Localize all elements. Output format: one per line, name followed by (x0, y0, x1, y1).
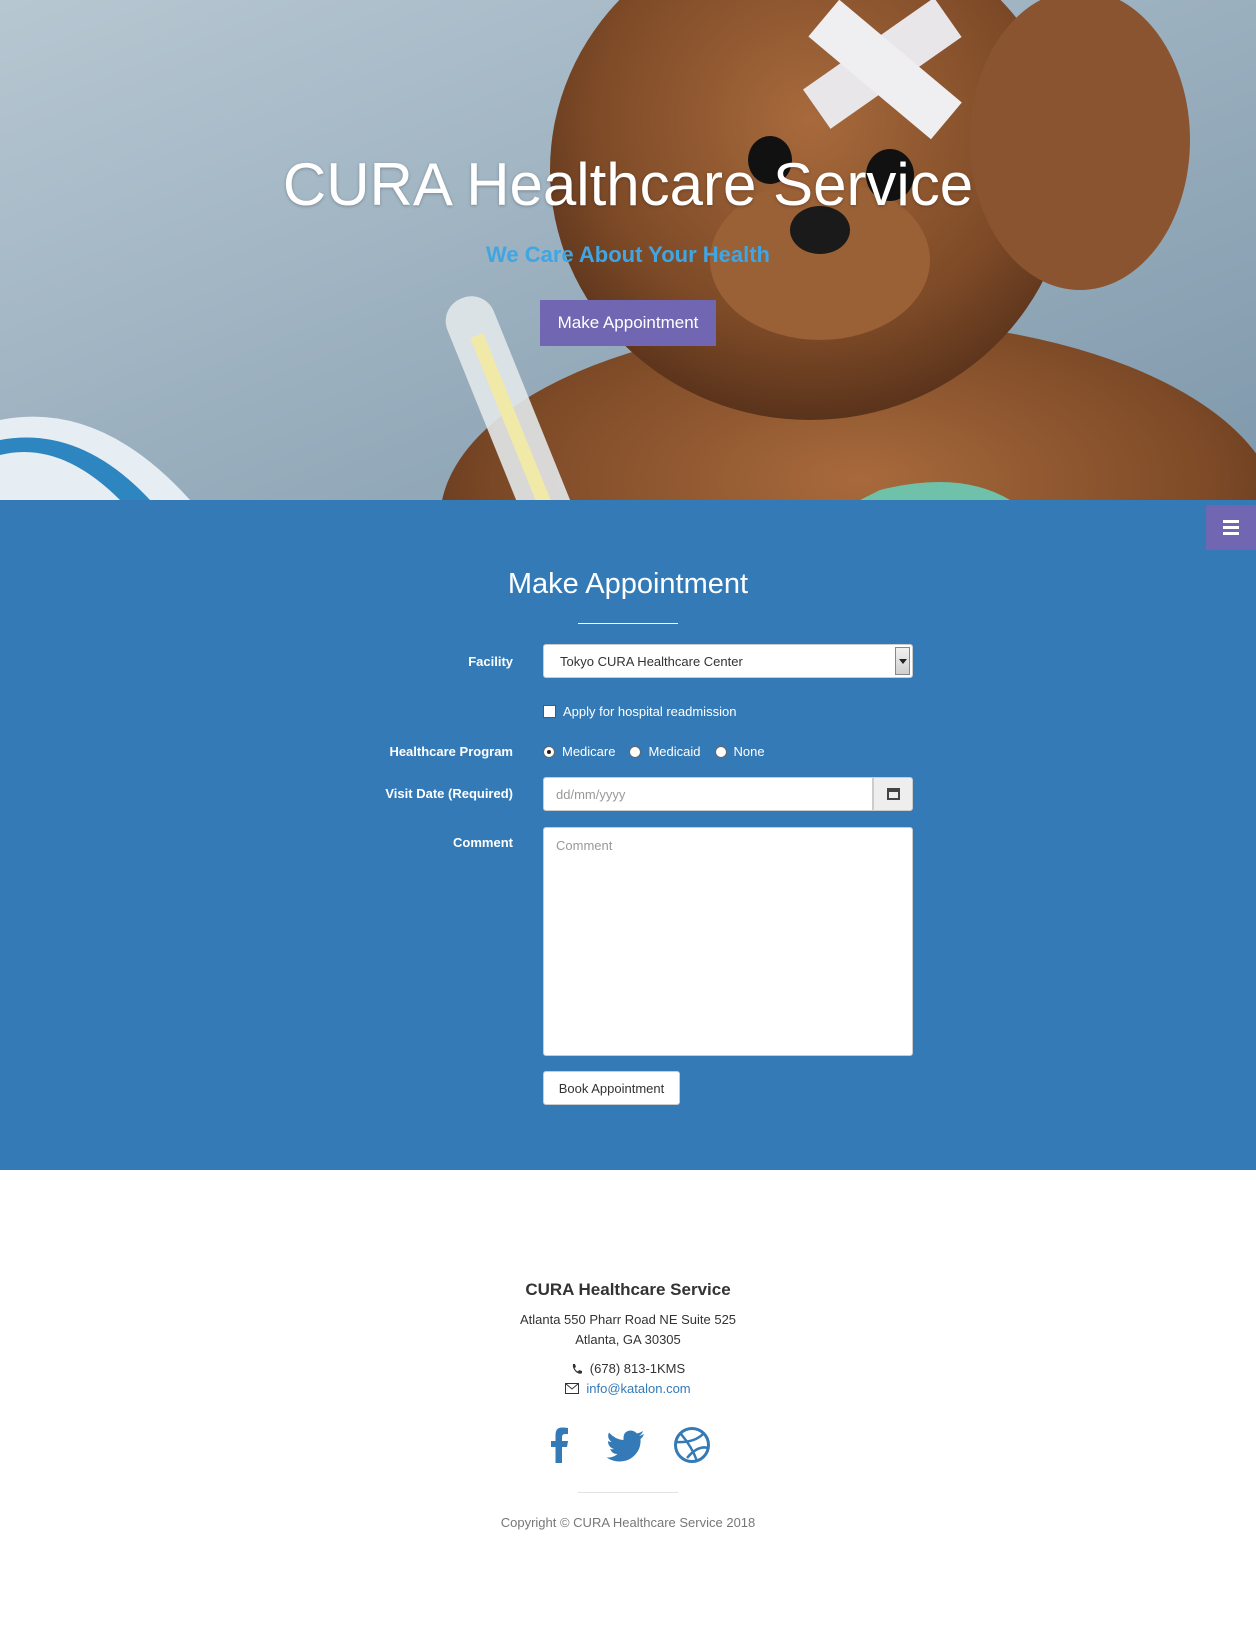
phone-number: (678) 813-1KMS (589, 1361, 686, 1376)
book-appointment-button[interactable]: Book Appointment (543, 1071, 680, 1105)
visit-date-input[interactable]: dd/mm/yyyy (543, 777, 873, 811)
phone-icon (572, 1363, 582, 1374)
facility-select[interactable]: Tokyo CURA Healthcare Center (543, 644, 913, 678)
readmission-label: Apply for hospital readmission (563, 703, 737, 719)
chevron-down-icon[interactable] (895, 647, 910, 675)
hero-banner: CURA Healthcare Service We Care About Yo… (0, 0, 1256, 500)
datepicker-button[interactable] (873, 777, 913, 811)
healthcare-program-label: Healthcare Program (389, 744, 513, 759)
twitter-icon[interactable] (606, 1425, 646, 1465)
menu-toggle-button[interactable] (1206, 505, 1256, 550)
comment-textarea[interactable]: Comment (543, 827, 913, 1056)
address-line-2: Atlanta, GA 30305 (575, 1332, 681, 1347)
menu-bar-icon (1223, 532, 1239, 535)
radio-button[interactable] (543, 745, 555, 758)
title-divider (578, 623, 678, 624)
dribbble-icon[interactable] (672, 1425, 712, 1465)
comment-label: Comment (453, 835, 513, 850)
radio-label: None (733, 744, 765, 759)
copyright-text: Copyright © CURA Healthcare Service 2018 (500, 1515, 756, 1530)
radio-medicaid[interactable]: Medicaid (629, 744, 701, 759)
facility-label: Facility (468, 654, 513, 669)
radio-label: Medicaid (648, 744, 701, 759)
appointment-section: Make Appointment Facility Tokyo CURA Hea… (0, 500, 1256, 1170)
appointment-title: Make Appointment (507, 568, 749, 600)
readmission-checkbox[interactable] (543, 704, 556, 718)
visit-date-label: Visit Date (Required) (385, 786, 513, 801)
radio-medicare[interactable]: Medicare (543, 744, 615, 759)
calendar-icon (887, 788, 900, 800)
radio-button[interactable] (714, 745, 727, 758)
facebook-icon[interactable] (540, 1425, 580, 1465)
hero-title: CURA Healthcare Service (282, 151, 974, 218)
phone-row: (678) 813-1KMS (0, 1361, 1256, 1376)
footer: CURA Healthcare Service Atlanta 550 Phar… (0, 1170, 1256, 1643)
menu-bar-icon (1223, 520, 1239, 523)
hero-subtitle: We Care About Your Health (485, 242, 770, 267)
radio-none[interactable]: None (714, 744, 765, 759)
make-appointment-button[interactable]: Make Appointment (540, 300, 716, 346)
radio-button[interactable] (629, 745, 642, 758)
envelope-icon (565, 1383, 580, 1394)
radio-label: Medicare (562, 744, 616, 759)
facility-selected-value: Tokyo CURA Healthcare Center (560, 654, 743, 669)
social-links (540, 1425, 716, 1465)
footer-divider (578, 1492, 678, 1493)
email-row: info@katalon.com (0, 1381, 1256, 1396)
footer-title: CURA Healthcare Service (525, 1280, 731, 1299)
menu-bar-icon (1223, 526, 1239, 529)
readmission-option[interactable]: Apply for hospital readmission (543, 703, 736, 719)
healthcare-program-group: Medicare Medicaid None (543, 744, 779, 759)
email-link[interactable]: info@katalon.com (586, 1381, 690, 1396)
address-line-1: Atlanta 550 Pharr Road NE Suite 525 (519, 1312, 737, 1327)
